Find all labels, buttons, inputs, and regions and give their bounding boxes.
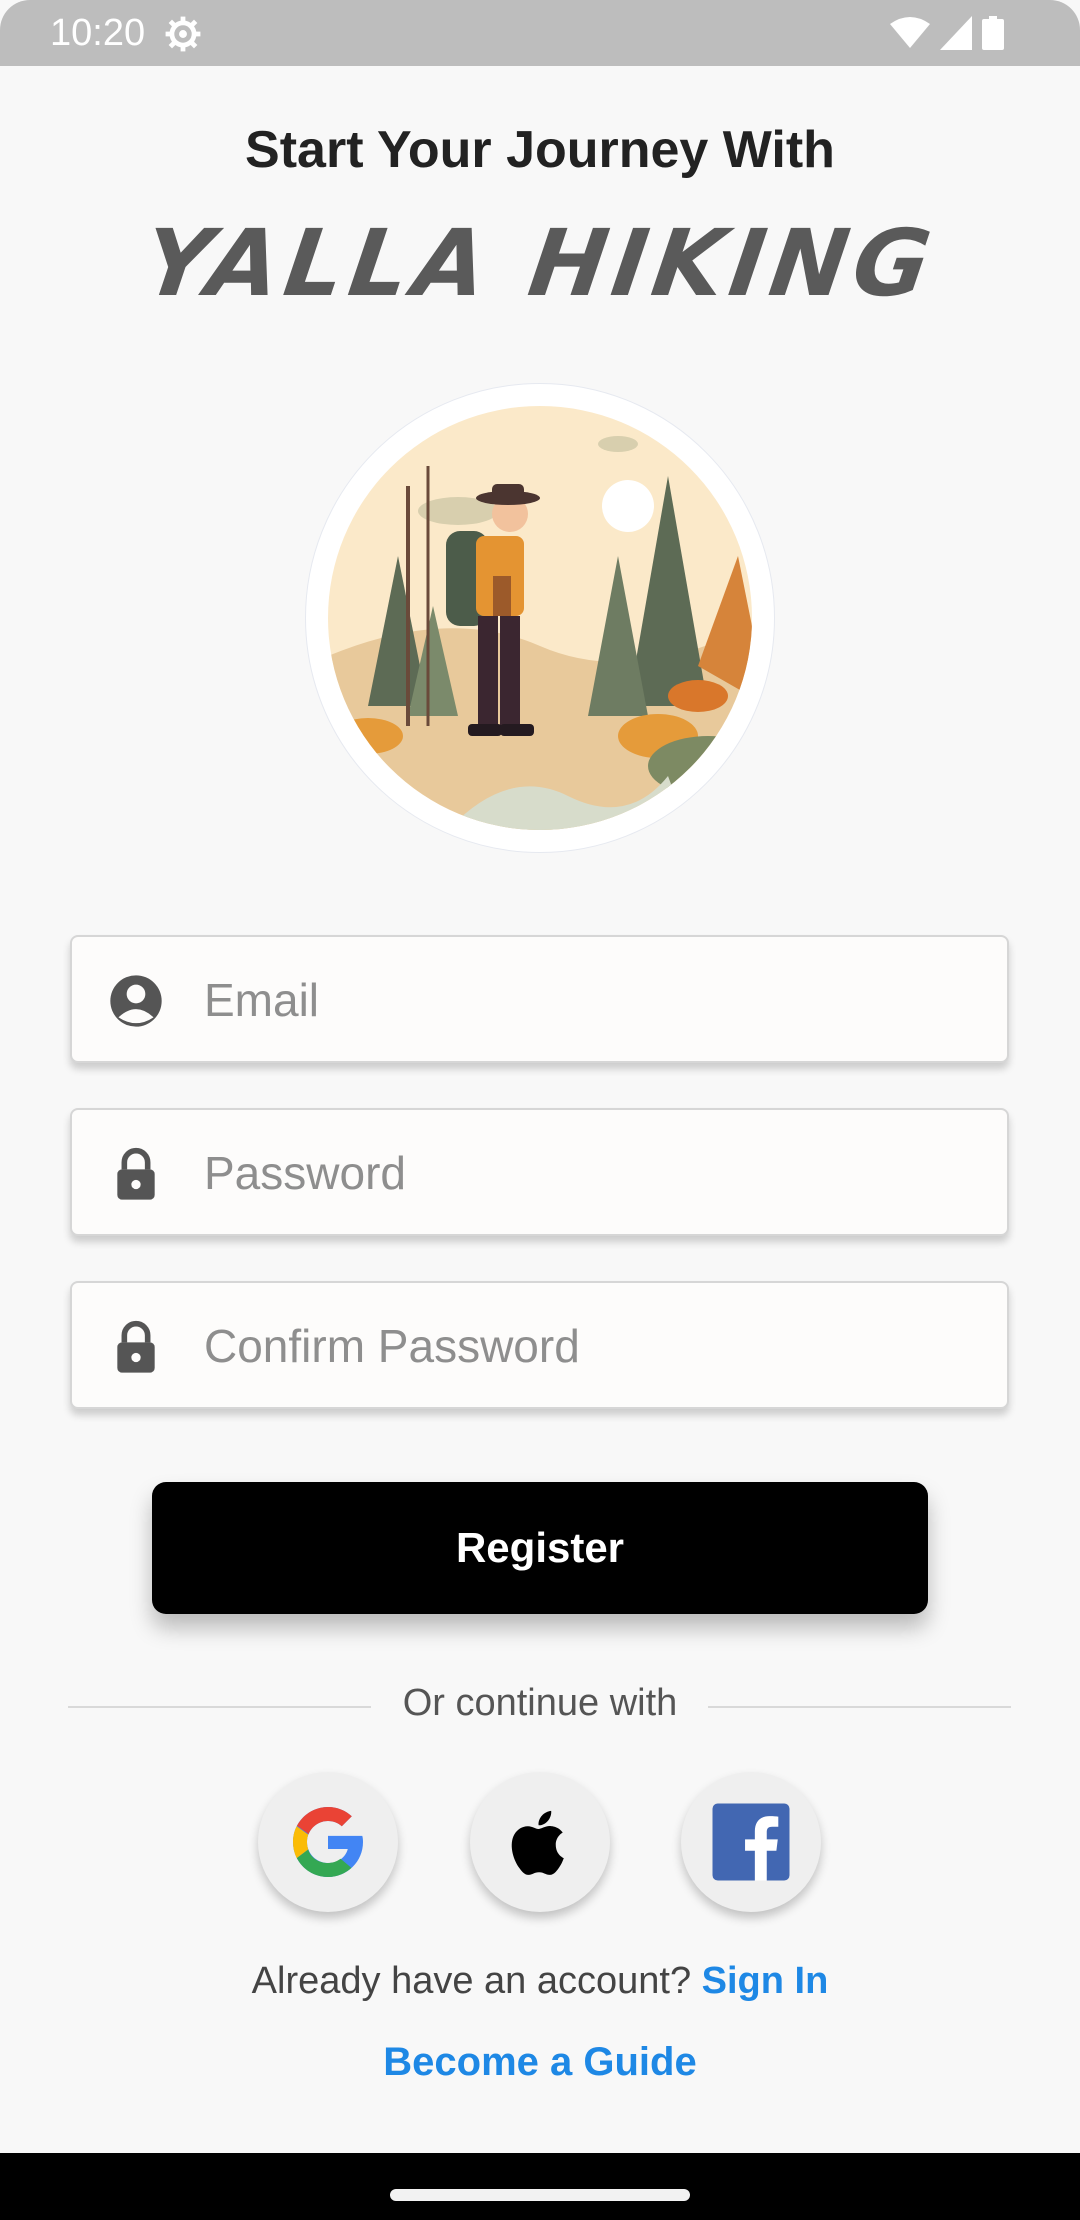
lock-icon [117, 1147, 155, 1200]
divider-text: Or continue with [402, 1682, 678, 1724]
lock-icon [117, 1320, 155, 1373]
facebook-icon [712, 1803, 790, 1881]
divider-line-right [708, 1706, 1011, 1708]
apple-icon [511, 1810, 564, 1875]
signal-icon [940, 16, 972, 50]
navigation-bar [0, 2153, 1080, 2220]
confirm-password-input[interactable] [202, 1305, 966, 1387]
status-bar: 10:20 [0, 0, 1080, 66]
apple-sign-in-button[interactable] [470, 1772, 610, 1912]
brand-logo-text: YALLA HIKING [137, 210, 943, 317]
sign-in-row: Already have an account? Sign In [0, 1960, 1080, 2003]
sign-in-link[interactable]: Sign In [702, 1960, 829, 2002]
facebook-sign-in-button[interactable] [681, 1772, 821, 1912]
status-indicators [890, 16, 1004, 50]
page-title: Start Your Journey With [245, 121, 835, 179]
become-guide-link[interactable]: Become a Guide [0, 2040, 1080, 2085]
password-field-container [70, 1108, 1009, 1236]
register-button[interactable]: Register [152, 1482, 928, 1614]
settings-gear-icon [165, 16, 201, 52]
account-prompt-text: Already have an account? [251, 1960, 692, 2002]
status-time: 10:20 [50, 12, 146, 54]
email-input[interactable] [202, 959, 966, 1041]
wifi-icon [890, 17, 930, 48]
google-icon [293, 1807, 363, 1877]
confirm-password-field-container [70, 1281, 1009, 1409]
account-circle-icon [110, 975, 162, 1027]
home-gesture-handle[interactable] [390, 2189, 690, 2201]
password-input[interactable] [202, 1132, 966, 1214]
battery-icon [982, 16, 1004, 50]
hiker-image [328, 406, 752, 830]
google-sign-in-button[interactable] [258, 1772, 398, 1912]
hiker-illustration [305, 383, 775, 853]
email-field-container [70, 935, 1009, 1063]
